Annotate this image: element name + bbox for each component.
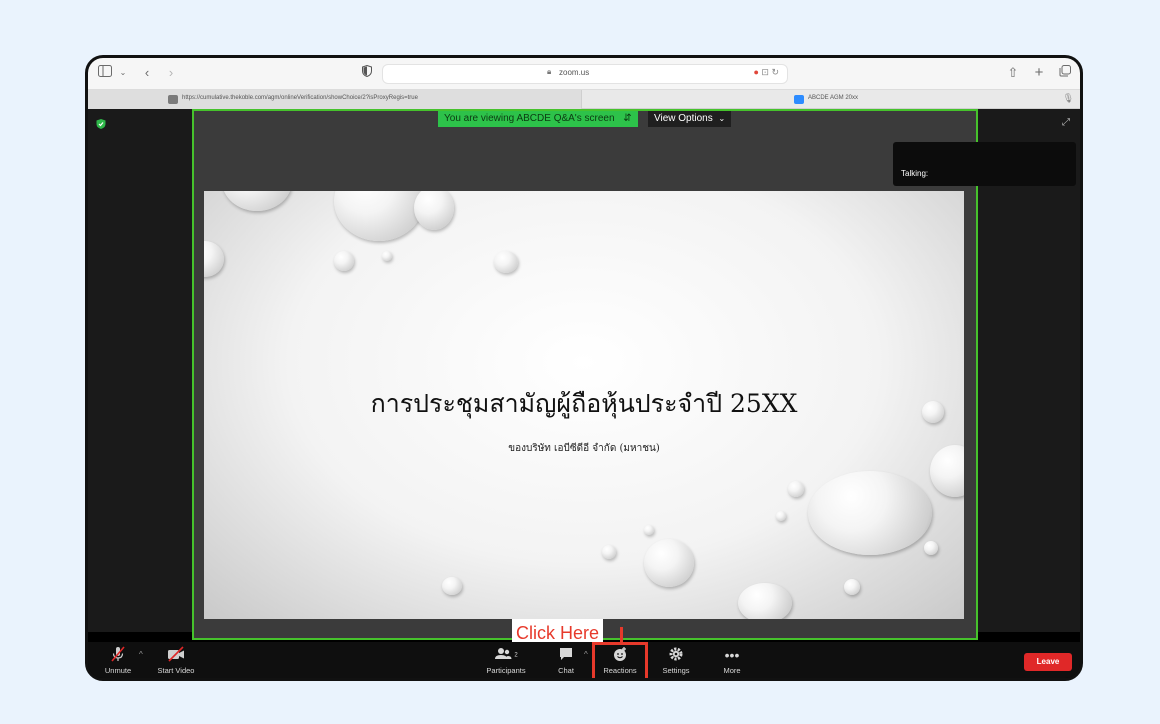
tabs-overview-icon[interactable] bbox=[1058, 64, 1072, 82]
water-drop bbox=[644, 539, 694, 587]
reload-icon[interactable]: ↻ bbox=[771, 67, 779, 77]
slide-subtitle: ของบริษัท เอบีซีดีอี จำกัด (มหาชน) bbox=[508, 443, 660, 454]
privacy-shield-icon[interactable] bbox=[360, 64, 374, 82]
back-icon[interactable]: ‹ bbox=[140, 64, 154, 82]
leave-button[interactable]: Leave bbox=[1024, 653, 1072, 671]
slide-title: การประชุมสามัญผู้ถือหุ้นประจำปี 25XX bbox=[370, 389, 798, 418]
water-drop bbox=[382, 251, 392, 261]
zoom-meeting-area: ⤢ You are viewing ABCDE Q&A's screen ⇵ V… bbox=[88, 109, 1080, 676]
meeting-controls: Unmute ^ Start Video 2 Participants Chat… bbox=[88, 642, 1080, 678]
water-drop bbox=[334, 191, 424, 241]
tab-title: ABCDE AGM 20xx bbox=[808, 95, 859, 101]
view-options-button[interactable]: View Options ⌄ bbox=[648, 111, 732, 127]
translate-icon[interactable]: ⊡ bbox=[761, 67, 769, 77]
water-drop bbox=[644, 525, 654, 535]
settings-button[interactable]: Settings bbox=[646, 646, 706, 675]
water-drop bbox=[738, 583, 792, 619]
share-banner: You are viewing ABCDE Q&A's screen ⇵ bbox=[438, 111, 638, 127]
browser-window: ⌄ ‹ › 🔒︎ zoom.us ● ⊡ ↻ ⇧ + https://cumul… bbox=[85, 55, 1083, 681]
gear-icon bbox=[646, 646, 706, 664]
new-tab-icon[interactable]: + bbox=[1032, 64, 1046, 82]
browser-toolbar: ⌄ ‹ › 🔒︎ zoom.us ● ⊡ ↻ ⇧ + bbox=[88, 58, 1080, 90]
talking-label: Talking: bbox=[901, 169, 929, 178]
water-drop bbox=[776, 511, 786, 521]
tab-strip: https://cumulative.thekoble.com/agm/onli… bbox=[88, 90, 1080, 109]
participants-button[interactable]: 2 Participants bbox=[476, 646, 536, 675]
participants-count: 2 bbox=[514, 652, 518, 659]
share-icon[interactable]: ⇧ bbox=[1006, 64, 1020, 82]
tab-zoom[interactable]: ABCDE AGM 20xx bbox=[582, 90, 1080, 109]
water-drop bbox=[808, 471, 932, 555]
talking-indicator: Talking: bbox=[893, 142, 1076, 186]
water-drop bbox=[924, 541, 938, 555]
water-drop bbox=[204, 241, 224, 277]
microphone-icon[interactable]: ● bbox=[753, 67, 758, 77]
microphone-icon[interactable]: 🎙︎ bbox=[1063, 93, 1074, 104]
fullscreen-icon[interactable]: ⤢ bbox=[1062, 117, 1070, 128]
sidebar-icon[interactable] bbox=[96, 64, 114, 82]
audio-options-caret-icon[interactable]: ^ bbox=[139, 650, 143, 659]
reactions-highlight bbox=[592, 642, 648, 678]
water-drop bbox=[788, 481, 804, 497]
water-drop bbox=[222, 191, 292, 211]
video-off-icon bbox=[146, 646, 206, 664]
water-drop bbox=[494, 251, 518, 273]
chevron-down-icon: ⌄ bbox=[718, 114, 726, 123]
water-drop bbox=[844, 579, 860, 595]
tab-verification[interactable]: https://cumulative.thekoble.com/agm/onli… bbox=[88, 90, 582, 109]
lock-icon: 🔒︎ bbox=[547, 67, 552, 76]
chat-options-caret-icon[interactable]: ^ bbox=[584, 650, 588, 659]
start-video-button[interactable]: Start Video bbox=[146, 646, 206, 675]
tab-title: https://cumulative.thekoble.com/agm/onli… bbox=[182, 95, 418, 101]
encryption-shield-icon[interactable] bbox=[96, 119, 106, 129]
page-favicon-icon bbox=[168, 95, 178, 104]
presentation-slide: การประชุมสามัญผู้ถือหุ้นประจำปี 25XX ของ… bbox=[204, 191, 964, 619]
participants-icon: 2 bbox=[476, 646, 536, 664]
address-text: zoom.us bbox=[559, 68, 590, 77]
more-button[interactable]: ••• More bbox=[702, 646, 762, 675]
water-drop bbox=[334, 251, 354, 271]
share-info-icon: ⇵ bbox=[623, 113, 632, 124]
chevron-down-icon[interactable]: ⌄ bbox=[118, 64, 128, 82]
zoom-favicon-icon bbox=[794, 95, 804, 104]
forward-icon[interactable]: › bbox=[164, 64, 178, 82]
more-dots-icon: ••• bbox=[724, 647, 740, 663]
water-drop bbox=[414, 191, 454, 230]
water-drop bbox=[602, 545, 616, 559]
water-drop bbox=[442, 577, 462, 595]
address-bar[interactable]: 🔒︎ zoom.us ● ⊡ ↻ bbox=[382, 64, 788, 84]
